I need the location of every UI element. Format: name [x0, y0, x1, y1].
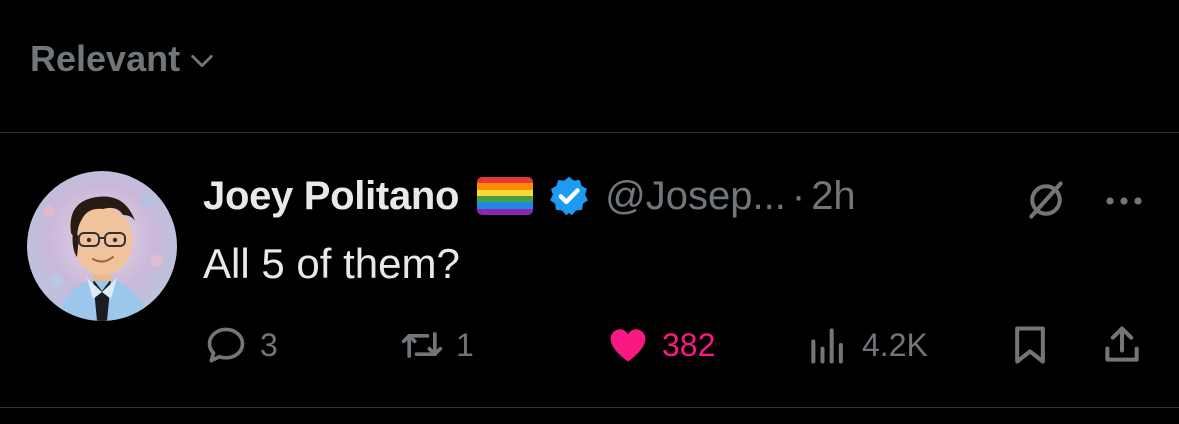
share-button[interactable] [1100, 320, 1144, 370]
repost-count: 1 [456, 326, 474, 363]
reply-post[interactable]: Joey Politano @Josep... · 2h All 5 of th… [0, 134, 1179, 408]
reply-sort-button[interactable]: Relevant [30, 38, 216, 80]
reply-count: 3 [260, 326, 278, 363]
reply-button[interactable]: 3 [204, 320, 278, 370]
repost-icon [401, 332, 443, 358]
like-count: 382 [662, 326, 716, 363]
reply-sort-bar: Relevant [0, 0, 1179, 133]
chevron-down-icon [191, 54, 213, 68]
bookmark-button[interactable] [1008, 320, 1052, 370]
views-button[interactable]: 4.2K [806, 320, 928, 370]
separator-dot: · [791, 173, 806, 218]
more-icon[interactable] [1102, 186, 1146, 216]
heart-icon [610, 329, 646, 362]
reply-icon [207, 327, 245, 363]
share-icon [1105, 326, 1139, 362]
reply-sort-label: Relevant [30, 38, 181, 79]
post-timestamp[interactable]: 2h [811, 174, 856, 219]
views-icon [811, 328, 843, 364]
display-name[interactable]: Joey Politano [203, 174, 459, 219]
rainbow-flag-icon [477, 177, 534, 215]
user-handle[interactable]: @Josep... [605, 174, 786, 219]
action-bar: 3 1 382 4.2K [0, 320, 1179, 370]
post-text: All 5 of them? [203, 240, 460, 287]
repost-button[interactable]: 1 [400, 320, 474, 370]
verified-badge-icon[interactable] [547, 174, 591, 218]
avatar[interactable] [27, 171, 177, 321]
like-button[interactable]: 382 [606, 320, 715, 370]
views-count: 4.2K [862, 326, 928, 363]
post-header: Joey Politano @Josep... · 2h [203, 170, 856, 222]
bookmark-icon [1015, 326, 1045, 364]
grok-icon[interactable] [1024, 178, 1068, 222]
